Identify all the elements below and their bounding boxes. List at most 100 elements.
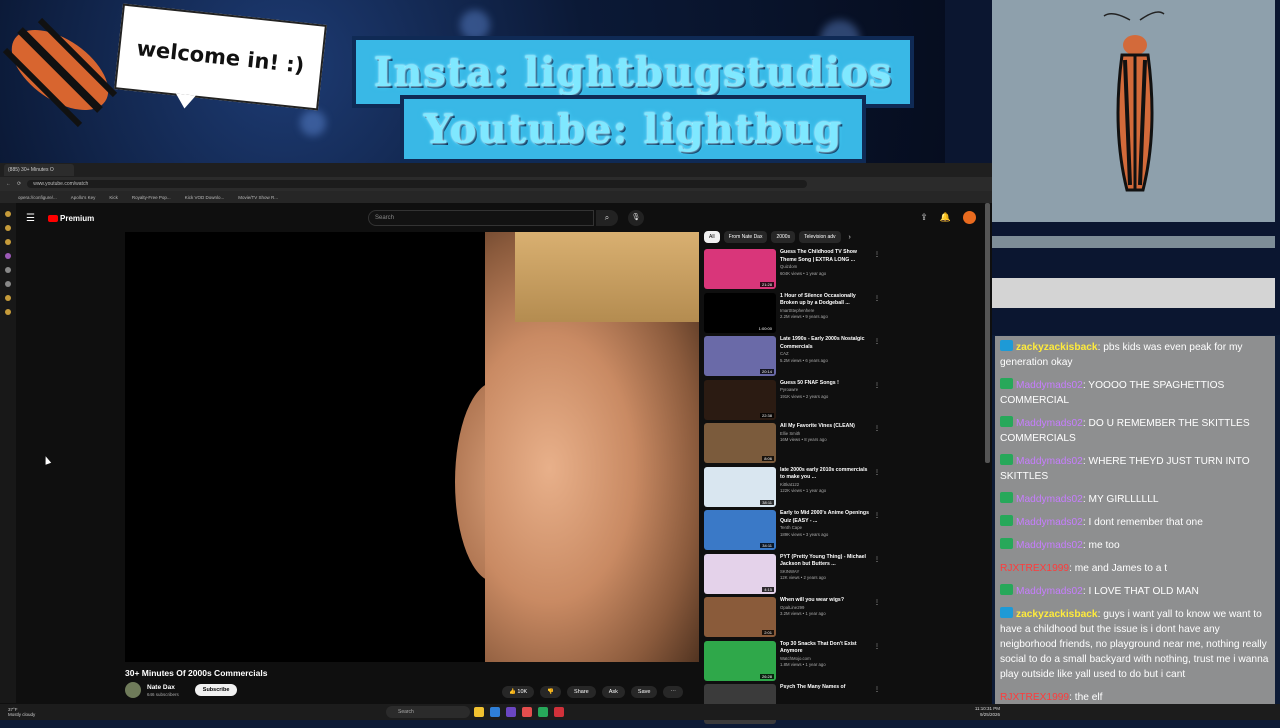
url-field[interactable]: www.youtube.com/watch [27,180,808,188]
bookmark-item[interactable]: Apollo's Key [71,195,96,200]
app-icon[interactable] [506,707,516,717]
chat-text: : I LOVE THAT OLD MAN [1082,586,1199,597]
more-icon[interactable]: ⋮ [874,643,880,650]
reload-icon[interactable]: ⟳ [17,181,21,187]
video-thumbnail[interactable]: 38:11 [704,466,776,507]
upload-icon[interactable]: ⇪ [920,212,928,223]
welcome-bubble: welcome in! :) [114,3,327,111]
sidebar-icon[interactable] [5,295,11,301]
chat-username[interactable]: Maddymads02 [1016,418,1083,429]
video-thumbnail[interactable]: 21:28 [704,249,776,289]
user-badge-icon [1000,492,1013,503]
more-icon[interactable]: ⋮ [874,382,880,389]
app-icon[interactable] [490,707,500,717]
chat-username[interactable]: Maddymads02 [1016,456,1083,467]
chat-username[interactable]: zackyzackisback [1016,342,1098,353]
more-icon[interactable]: ⋮ [874,686,880,693]
search-input[interactable]: Search [368,210,594,226]
chat-username[interactable]: Maddymads02 [1016,494,1083,505]
recommended-video[interactable]: 34:11 Early to Mid 2000's Anime Openings … [704,510,884,554]
sidebar-icon[interactable] [5,267,11,273]
sidebar-icon[interactable] [5,239,11,245]
recommended-video[interactable]: 38:11 late 2000s early 2010s commercials … [704,466,884,511]
bookmark-item[interactable]: Kick VOD Downlo... [185,195,225,200]
system-clock[interactable]: 11:10:31 PM 9/25/2026 [975,706,1000,717]
chat-username[interactable]: Maddymads02 [1016,540,1083,551]
more-icon[interactable]: ⋯ [663,686,683,698]
chat-username[interactable]: RJXTREX1999 [1000,563,1069,574]
recommended-video[interactable]: 26:28 Top 30 Snacks That Don't Exist Anym… [704,640,884,685]
more-icon[interactable]: ⋮ [874,469,880,476]
browser-icon[interactable] [554,707,564,717]
video-thumbnail[interactable]: 34:11 [704,510,776,550]
filter-chip[interactable]: Television adv [799,231,841,243]
more-icon[interactable]: ⋮ [874,599,880,606]
recommended-video[interactable]: 8:06 All My Favorite Vines (CLEAN) Ellie S… [704,423,884,467]
youtube-logo[interactable]: Premium [48,214,94,223]
filter-chip[interactable]: All [704,231,720,243]
recommended-video[interactable]: 22:38 Guess 50 FNAF Songs ! Pyroawre 191K v… [704,379,884,424]
channel-avatar[interactable] [125,682,141,698]
like-button[interactable]: 👍 10K [502,686,535,698]
video-thumbnail[interactable]: 2:01 [704,597,776,637]
app-icon[interactable] [522,707,532,717]
subscribe-button[interactable]: Subscribe [194,684,238,696]
avatar[interactable] [963,211,976,224]
video-thumbnail[interactable]: 1:00:00 [704,292,776,333]
channel-name[interactable]: Nate Dax [147,684,179,692]
ask-button[interactable]: Ask [601,686,625,698]
sidebar-icon[interactable] [5,281,11,287]
bookmark-item[interactable]: opera://configure/... [18,195,57,200]
video-thumbnail[interactable]: 8:06 [704,423,776,463]
back-icon[interactable]: ← [6,181,11,187]
video-thumbnail[interactable]: 4:15 [704,553,776,594]
chat-username[interactable]: Maddymads02 [1016,586,1083,597]
more-icon[interactable]: ⋮ [874,512,880,519]
bookmark-item[interactable]: Movie/TV Show R... [238,195,278,200]
more-icon[interactable]: ⋮ [874,251,880,258]
recommended-video[interactable]: 20:14 Late 1990s - Early 2000s Nostalgic … [704,336,884,380]
menu-icon[interactable]: ☰ [26,213,40,224]
tab-bar: (885) 30+ Minutes O [0,163,992,177]
bookmark-item[interactable]: Royalty-Free Pop... [132,195,171,200]
youtube-header: ☰ Premium Search ⌕ 🎙 ⇪ 🔔 [18,207,990,229]
taskbar-search[interactable]: Search [386,706,470,718]
video-thumbnail[interactable]: 20:14 [704,336,776,376]
sidebar-icon[interactable] [5,253,11,259]
app-icon[interactable] [538,707,548,717]
video-player[interactable] [125,232,699,662]
chat-message: Maddymads02: me too [1000,538,1270,553]
video-thumbnail[interactable]: 26:28 [704,640,776,681]
chat-username[interactable]: Maddymads02 [1016,517,1083,528]
bookmark-item[interactable]: Kick [109,195,118,200]
browser-tab[interactable]: (885) 30+ Minutes O [4,164,74,176]
filter-chip[interactable]: From Nate Dax [723,231,768,243]
recommended-video[interactable]: 4:15 PYT (Pretty Young Thing) - Michael J… [704,553,884,598]
chat-username[interactable]: RJXTREX1999 [1000,692,1069,703]
chevron-right-icon[interactable]: › [849,234,851,241]
duration-badge: 38:11 [760,499,774,505]
dislike-button[interactable]: 👎 [540,686,562,698]
recommended-video[interactable]: 1:00:00 1 Hour of Silence Occasionally Br… [704,292,884,337]
search-icon[interactable]: ⌕ [596,210,618,226]
sidebar-icon[interactable] [5,211,11,217]
bell-icon[interactable]: 🔔 [940,212,951,223]
save-button[interactable]: Save [630,686,658,698]
more-icon[interactable]: ⋮ [874,425,880,432]
recommended-video[interactable]: 2:01 When will you wear wigs? OpalLine299 3… [704,597,884,641]
video-thumbnail[interactable]: 22:38 [704,379,776,420]
sidebar-icon[interactable] [5,225,11,231]
filter-chip[interactable]: 2000s [771,231,796,243]
more-icon[interactable]: ⋮ [874,556,880,563]
file-explorer-icon[interactable] [474,707,484,717]
more-icon[interactable]: ⋮ [874,338,880,345]
scrollbar[interactable] [985,203,990,463]
recommended-video[interactable]: 21:28 Guess The Childhood TV Show Theme S… [704,249,884,293]
weather-widget[interactable]: 37°F Mostly cloudy [8,707,35,717]
share-button[interactable]: Share [567,686,596,698]
mic-icon[interactable]: 🎙 [628,210,644,226]
sidebar-icon[interactable] [5,309,11,315]
chat-username[interactable]: Maddymads02 [1016,380,1083,391]
more-icon[interactable]: ⋮ [874,295,880,302]
chat-username[interactable]: zackyzackisback [1016,609,1098,620]
